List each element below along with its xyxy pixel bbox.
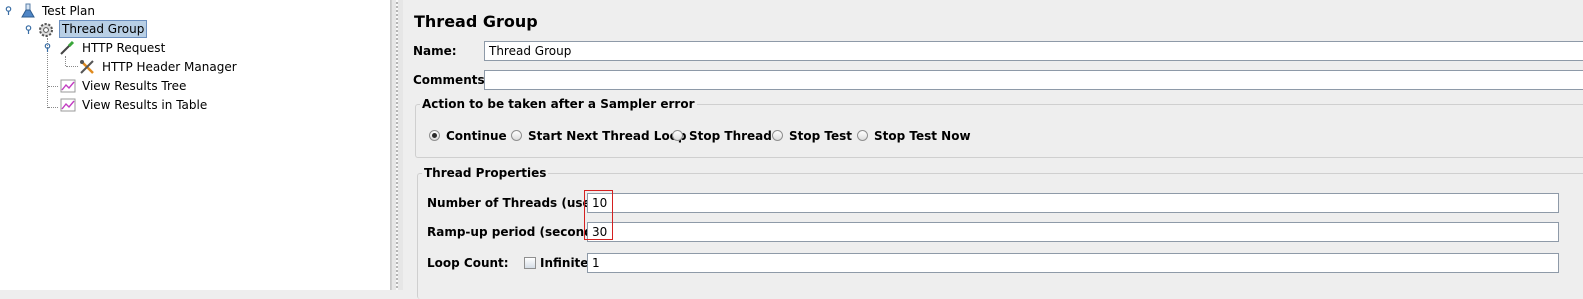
number-of-threads-field[interactable]: 10 xyxy=(587,193,1559,213)
sampler-error-group: Action to be taken after a Sampler error… xyxy=(415,96,1583,158)
tree-item-label: Test Plan xyxy=(42,4,95,18)
tree-item-label: View Results Tree xyxy=(82,79,187,93)
comments-field[interactable] xyxy=(484,70,1583,90)
infinite-label: Infinite xyxy=(540,256,589,270)
radio-button[interactable] xyxy=(429,130,440,141)
rampup-period-field[interactable]: 30 xyxy=(587,222,1559,242)
radio-label: Stop Test xyxy=(789,129,852,143)
results-graph-icon xyxy=(60,98,76,112)
test-plan-icon xyxy=(21,3,35,18)
radio-button[interactable] xyxy=(772,130,783,141)
name-field[interactable]: Thread Group xyxy=(484,41,1583,61)
loop-count-field[interactable]: 1 xyxy=(587,253,1559,273)
tree-item-label: HTTP Request xyxy=(82,41,166,55)
tree-item-label: HTTP Header Manager xyxy=(102,60,237,74)
radio-button[interactable] xyxy=(672,130,683,141)
radio-button[interactable] xyxy=(857,130,868,141)
infinite-checkbox[interactable] xyxy=(524,257,536,269)
thread-group-gear-icon xyxy=(39,23,53,37)
sampler-error-group-title: Action to be taken after a Sampler error xyxy=(420,96,697,112)
thread-group-panel: Thread Group Name: Thread Group Comments… xyxy=(403,0,1583,299)
expand-handle-icon[interactable] xyxy=(4,6,13,15)
radio-label: Continue xyxy=(446,129,507,143)
radio-label: Stop Thread xyxy=(689,129,772,143)
tree-connector xyxy=(48,107,58,108)
tree-item-label: Thread Group xyxy=(59,20,148,38)
test-plan-tree[interactable]: Test Plan Thread Group HTTP Request HTTP… xyxy=(0,0,391,290)
tree-connector xyxy=(66,66,78,67)
rampup-label: Ramp-up period (seconds): xyxy=(427,225,611,239)
results-graph-icon xyxy=(60,79,76,93)
page-title: Thread Group xyxy=(414,12,538,31)
annotation-highlight-box xyxy=(584,190,613,240)
comments-label: Comments: xyxy=(413,73,490,87)
expand-handle-icon[interactable] xyxy=(24,25,33,34)
radio-label: Start Next Thread Loop xyxy=(528,129,687,143)
header-manager-tools-icon xyxy=(80,60,94,74)
tree-item-label: View Results in Table xyxy=(82,98,208,112)
tree-connector xyxy=(48,86,58,87)
name-label: Name: xyxy=(413,44,457,58)
radio-label: Stop Test Now xyxy=(874,129,971,143)
expand-handle-icon[interactable] xyxy=(43,43,52,52)
divider-grip xyxy=(396,0,398,290)
tree-connector xyxy=(65,56,66,66)
radio-button[interactable] xyxy=(511,130,522,141)
http-request-pipette-icon xyxy=(60,40,75,55)
loop-count-label: Loop Count: xyxy=(427,256,509,270)
thread-properties-group-title: Thread Properties xyxy=(422,165,549,181)
